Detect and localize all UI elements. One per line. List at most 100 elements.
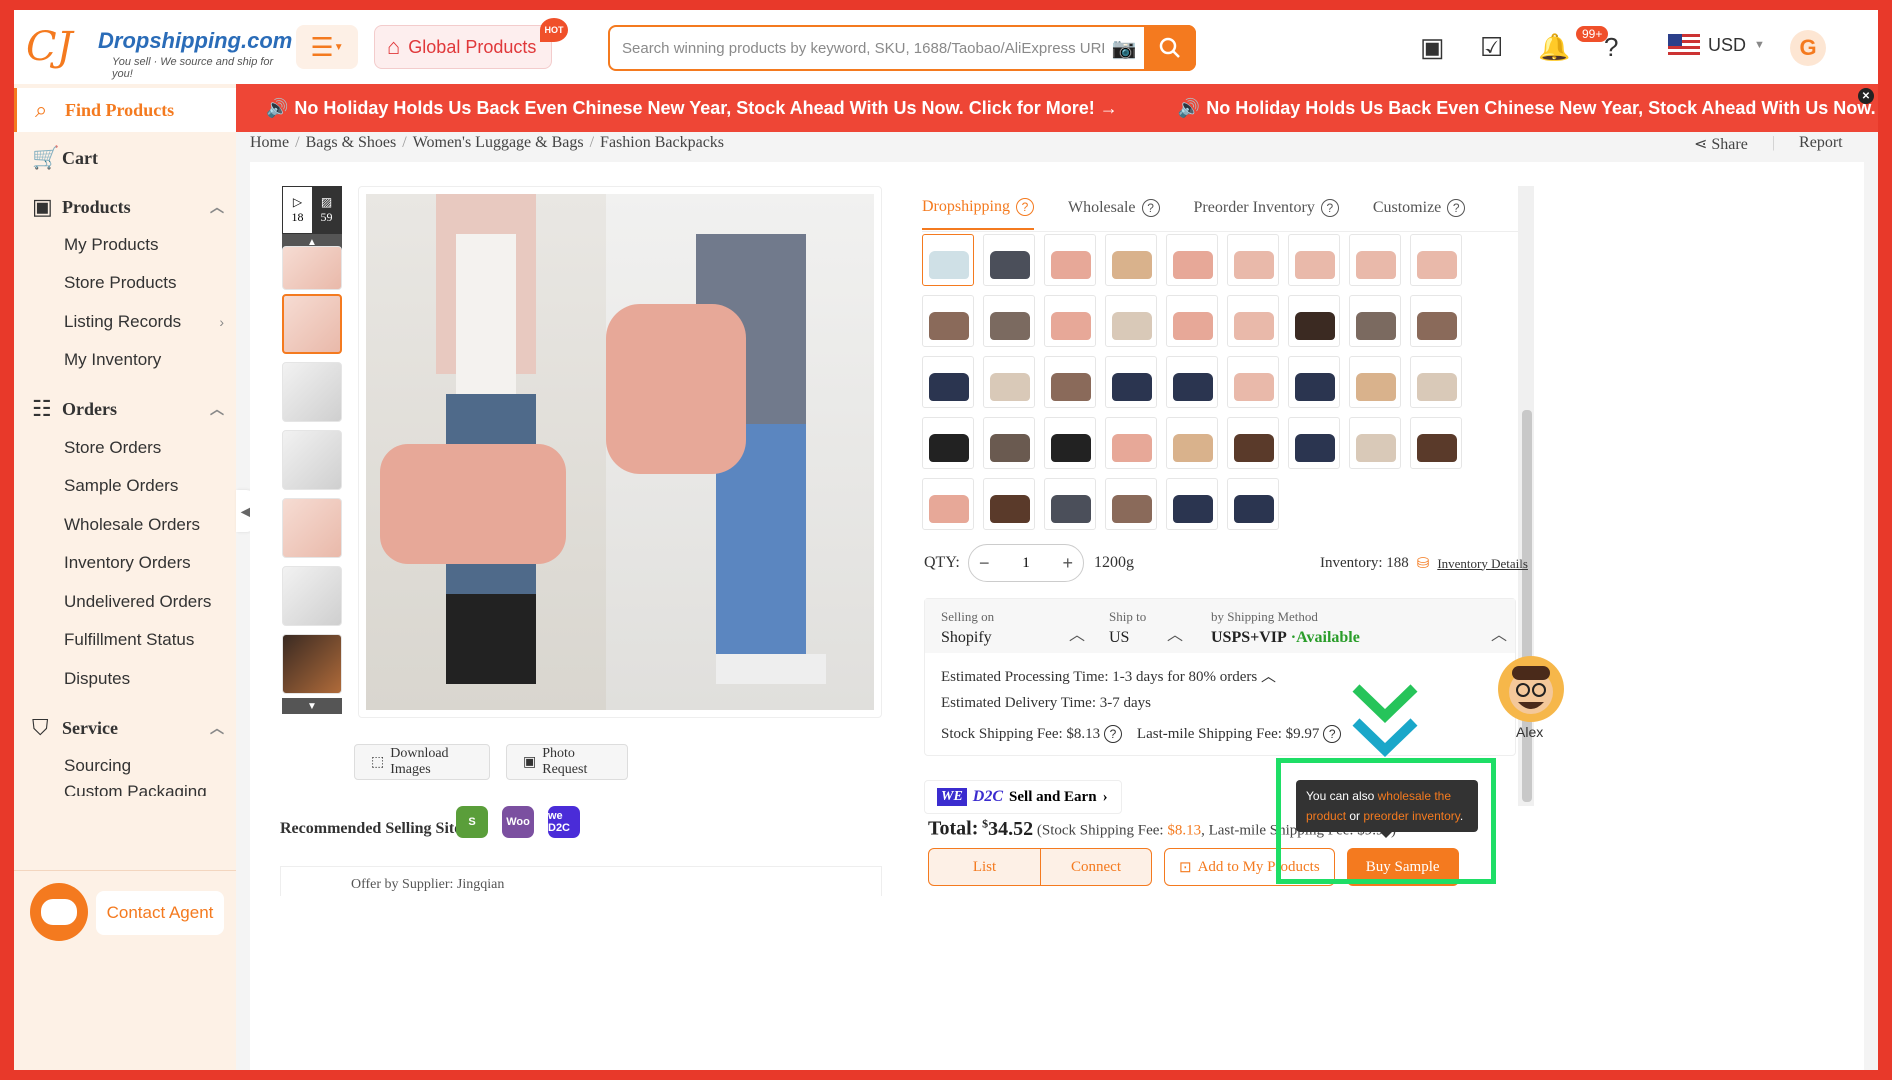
user-avatar[interactable]: G	[1790, 30, 1826, 66]
tab-customize[interactable]: Customize?	[1373, 186, 1466, 230]
help-icon[interactable]: ?	[1103, 725, 1122, 743]
download-images-button[interactable]: ⬚ Download Images	[354, 744, 490, 780]
plus-icon[interactable]: +	[1062, 553, 1073, 574]
variant-option[interactable]	[1105, 295, 1157, 347]
variant-option[interactable]	[1410, 417, 1462, 469]
variant-option[interactable]	[1349, 417, 1401, 469]
quantity-input[interactable]	[1004, 554, 1048, 572]
help-icon[interactable]: ?	[1320, 199, 1339, 217]
variant-option[interactable]	[1349, 234, 1401, 286]
ship-to-selector[interactable]: Ship to US ︿	[1109, 609, 1189, 647]
video-icon[interactable]: ▣	[1420, 32, 1445, 62]
share-button[interactable]: ⋖ Share	[1694, 134, 1748, 154]
help-icon[interactable]: ?	[1604, 32, 1618, 62]
variant-option[interactable]	[922, 356, 974, 408]
thumbnail[interactable]	[282, 246, 342, 290]
variant-option[interactable]	[922, 478, 974, 530]
minus-icon[interactable]: −	[979, 553, 990, 574]
inventory-details-link[interactable]: Inventory Details	[1437, 556, 1528, 572]
help-icon[interactable]: ?	[1323, 725, 1342, 743]
variant-option[interactable]	[1410, 356, 1462, 408]
variant-option[interactable]	[1166, 295, 1218, 347]
sidebar-item-orders[interactable]: ☷ Orders ︿	[14, 387, 236, 431]
variant-option[interactable]	[983, 295, 1035, 347]
variant-option[interactable]	[983, 478, 1035, 530]
sidebar-item-fulfillment-status[interactable]: Fulfillment Status	[14, 618, 236, 662]
variant-option[interactable]	[1105, 417, 1157, 469]
panel-scrollbar-thumb[interactable]	[1522, 410, 1532, 802]
global-products-button[interactable]: ⌂ Global Products	[374, 25, 552, 69]
promo-banner[interactable]: 🔊 No Holiday Holds Us Back Even Chinese …	[236, 84, 1878, 132]
shopify-icon[interactable]: S	[456, 806, 488, 838]
thumbnail[interactable]	[282, 498, 342, 558]
thumbnail[interactable]	[282, 566, 342, 626]
variant-option[interactable]	[1288, 417, 1340, 469]
video-count[interactable]: ▷ 18	[283, 187, 312, 233]
tab-dropshipping[interactable]: Dropshipping?	[922, 186, 1034, 230]
sidebar-item-cart[interactable]: 🛒 Cart	[14, 136, 236, 180]
connect-button[interactable]: Connect	[1040, 849, 1151, 885]
woocommerce-icon[interactable]: Woo	[502, 806, 534, 838]
variant-option[interactable]	[1044, 417, 1096, 469]
list-button[interactable]: List	[929, 849, 1040, 885]
variant-option[interactable]	[1227, 295, 1279, 347]
variant-option[interactable]	[1288, 234, 1340, 286]
variant-option[interactable]	[1166, 417, 1218, 469]
sidebar-item-disputes[interactable]: Disputes	[14, 657, 236, 701]
sidebar-item-store-products[interactable]: Store Products	[14, 261, 236, 305]
help-icon[interactable]: ?	[1016, 198, 1034, 216]
selling-on-selector[interactable]: Selling on Shopify ︿	[941, 609, 1091, 647]
bell-icon[interactable]: 🔔	[1538, 32, 1570, 62]
thumb-scroll-down[interactable]: ▼	[282, 698, 342, 714]
variant-option[interactable]	[1044, 295, 1096, 347]
variant-option[interactable]	[1166, 478, 1218, 530]
variant-option[interactable]	[1105, 356, 1157, 408]
category-menu-button[interactable]: ☰ ▼	[296, 25, 358, 69]
thumbnail[interactable]	[282, 362, 342, 422]
search-button[interactable]	[1144, 25, 1196, 71]
variant-option[interactable]	[922, 295, 974, 347]
breadcrumb-womens-luggage[interactable]: Women's Luggage & Bags	[413, 134, 584, 152]
breadcrumb-fashion-backpacks[interactable]: Fashion Backpacks	[600, 134, 724, 152]
variant-option[interactable]	[1288, 295, 1340, 347]
variant-option[interactable]	[1044, 356, 1096, 408]
cj-logo[interactable]: CJ Dropshipping.com You sell · We source…	[26, 24, 292, 80]
contact-agent-button[interactable]: Contact Agent	[96, 891, 224, 935]
variant-option[interactable]	[983, 417, 1035, 469]
variant-option[interactable]	[1044, 478, 1096, 530]
tab-preorder-inventory[interactable]: Preorder Inventory?	[1194, 186, 1339, 230]
variant-option[interactable]	[1227, 478, 1279, 530]
variant-option[interactable]	[983, 234, 1035, 286]
sidebar-item-custom-packaging[interactable]: Custom Packaging	[14, 782, 236, 796]
thumbnail[interactable]	[282, 430, 342, 490]
variant-option[interactable]	[1349, 295, 1401, 347]
help-icon[interactable]: ?	[1447, 199, 1466, 217]
variant-option[interactable]	[1044, 234, 1096, 286]
close-icon[interactable]: ✕	[1858, 88, 1874, 104]
variant-option[interactable]	[1227, 417, 1279, 469]
variant-option[interactable]	[1227, 234, 1279, 286]
variant-option[interactable]	[1349, 356, 1401, 408]
tab-wholesale[interactable]: Wholesale?	[1068, 186, 1160, 230]
variant-option[interactable]	[1105, 478, 1157, 530]
camera-icon[interactable]: 📷	[1104, 36, 1144, 61]
currency-selector[interactable]: USD ▼	[1668, 34, 1765, 56]
breadcrumb-bags-shoes[interactable]: Bags & Shoes	[306, 134, 397, 152]
variant-option[interactable]	[1166, 234, 1218, 286]
variant-option[interactable]	[922, 234, 974, 286]
agent-avatar[interactable]	[1498, 656, 1564, 722]
chevron-up-icon[interactable]: ︿	[1261, 669, 1276, 685]
sidebar-item-find-products[interactable]: ⌕ Find Products	[14, 88, 236, 132]
image-count[interactable]: ▨ 59	[312, 187, 341, 233]
thumbnail-selected[interactable]	[282, 294, 342, 354]
search-input[interactable]	[610, 28, 1104, 68]
variant-option[interactable]	[1166, 356, 1218, 408]
variant-option[interactable]	[1288, 356, 1340, 408]
thumbnail[interactable]	[282, 634, 342, 694]
we-d2c-icon[interactable]: we D2C	[548, 806, 580, 838]
variant-option[interactable]	[922, 417, 974, 469]
photo-request-button[interactable]: ▣ Photo Request	[506, 744, 628, 780]
report-button[interactable]: Report	[1799, 134, 1843, 154]
variant-option[interactable]	[1105, 234, 1157, 286]
shipping-method-selector[interactable]: by Shipping Method USPS+VIP ·Available ︿	[1211, 609, 1507, 647]
